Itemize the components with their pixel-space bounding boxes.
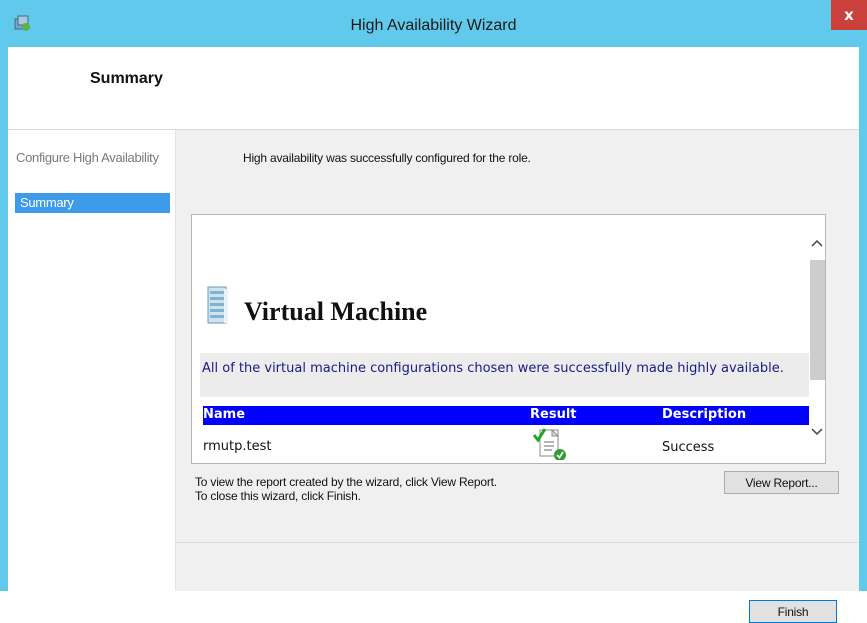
report-viewer[interactable]: Virtual Machine All of the virtual machi… [191,214,826,464]
virtual-machine-icon [207,286,228,324]
page-title: Summary [90,70,163,87]
column-result-header: Result [530,407,577,422]
window-title: High Availability Wizard [350,17,517,34]
nav-item-configure-high-availability[interactable]: Configure High Availability [16,150,168,165]
instructions-text: To view the report created by the wizard… [195,475,497,503]
report-scrollbar[interactable] [809,215,825,463]
scroll-down-button[interactable] [809,423,825,439]
footer-divider [176,542,859,543]
instructions-line-finish: To close this wizard, click Finish. [195,489,361,503]
wizard-window: High Availability Wizard x Summary Confi… [0,0,867,623]
chevron-down-icon [811,428,823,436]
wizard-steps-nav: Configure High Availability Summary [8,130,176,591]
row-description-cell: Success [662,440,715,455]
report-description: All of the virtual machine configuration… [200,353,812,397]
close-icon: x [844,6,854,24]
instructions-line-view-report: To view the report created by the wizard… [195,475,497,489]
row-name-cell: rmutp.test [203,439,272,454]
column-description-header: Description [662,407,747,422]
report-table-header: Name Result Description [203,406,812,425]
title-bar[interactable]: High Availability Wizard x [0,0,867,47]
success-report-icon [532,428,566,460]
wizard-client-area: Summary Configure High Availability Summ… [8,47,859,623]
chevron-up-icon [811,239,823,247]
view-report-button[interactable]: View Report... [724,471,839,494]
wizard-content: High availability was successfully confi… [176,130,859,623]
close-button[interactable]: x [831,0,867,30]
nav-item-summary[interactable]: Summary [15,193,170,213]
column-name-header: Name [203,407,246,422]
scroll-up-button[interactable] [809,235,825,251]
report-heading: Virtual Machine [244,297,428,326]
scroll-thumb[interactable] [810,260,825,380]
finish-button[interactable]: Finish [749,600,837,623]
wizard-header: Summary [8,47,859,130]
status-message: High availability was successfully confi… [243,151,531,165]
